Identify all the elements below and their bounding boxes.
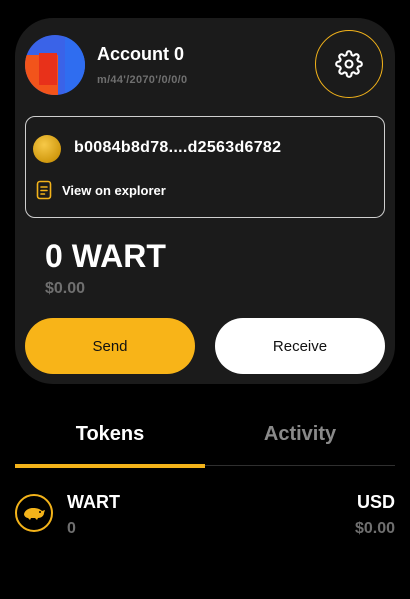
avatar-shape (39, 53, 57, 85)
token-fiat-value: $0.00 (354, 520, 395, 537)
account-derivation-path: m/44'/2070'/0/0/0 (97, 74, 188, 86)
account-avatar (25, 35, 85, 95)
document-icon (36, 180, 52, 200)
view-on-explorer-link[interactable]: View on explorer (36, 180, 166, 200)
tab-activity[interactable]: Activity (205, 404, 395, 464)
settings-button[interactable] (315, 30, 383, 98)
receive-button[interactable]: Receive (215, 318, 385, 374)
wallet-address[interactable]: b0084b8d78....d2563d6782 (74, 139, 281, 157)
account-card: Account 0 m/44'/2070'/0/0/0 b0084b8d78..… (15, 18, 395, 384)
active-tab-indicator (15, 464, 205, 468)
coin-icon (33, 135, 61, 163)
view-on-explorer-label: View on explorer (62, 182, 166, 198)
send-button[interactable]: Send (25, 318, 195, 374)
token-amount: 0 (67, 520, 76, 537)
avatar-shape (65, 35, 85, 95)
balance-amount: 0 WART (45, 238, 166, 274)
warthog-glyph (24, 508, 45, 520)
token-row[interactable]: WART 0 USD $0.00 (15, 488, 395, 544)
token-symbol: WART (67, 492, 120, 512)
account-name: Account 0 (97, 44, 185, 64)
tab-bar: Tokens Activity (15, 404, 395, 468)
gear-icon (335, 50, 363, 78)
warthog-icon (15, 494, 53, 532)
tab-tokens[interactable]: Tokens (15, 404, 205, 464)
balance-fiat-value: $0.00 (45, 280, 86, 297)
address-box: b0084b8d78....d2563d6782 View on explore… (25, 116, 385, 218)
token-currency: USD (356, 492, 395, 512)
